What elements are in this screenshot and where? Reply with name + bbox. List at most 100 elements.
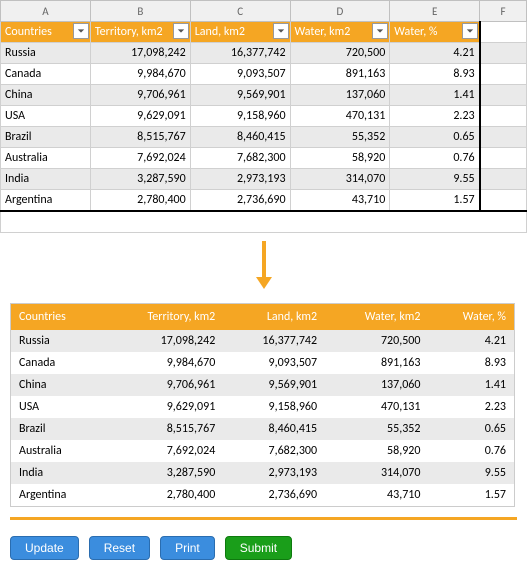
cell[interactable]: 9,569,901 [190,85,290,106]
cell[interactable]: 2.23 [390,106,480,127]
spreadsheet-grid[interactable]: A B C D E F Countries Territory, km2 Lan… [0,0,527,233]
table-row[interactable]: Argentina2,780,4002,736,69043,7101.57 [1,190,527,212]
cell[interactable]: 4.21 [390,43,480,64]
cell: 1.41 [428,374,514,396]
cell[interactable]: 8.93 [390,64,480,85]
cell[interactable]: 9,093,507 [190,64,290,85]
col-header[interactable]: C [190,1,290,22]
table-header-countries[interactable]: Countries [1,22,91,43]
cell[interactable]: 2,973,193 [190,169,290,190]
filter-dropdown-icon[interactable] [372,23,388,39]
cell[interactable]: 470,131 [290,106,390,127]
table-row[interactable]: Australia7,692,0247,682,30058,9200.76 [1,148,527,169]
cell[interactable] [480,169,527,190]
cell[interactable]: 2,780,400 [90,190,190,212]
filter-dropdown-icon[interactable] [462,23,478,39]
output-table: Countries Territory, km2 Land, km2 Water… [10,303,515,507]
table-header-territory[interactable]: Territory, km2 [90,22,190,43]
cell[interactable]: 43,710 [290,190,390,212]
cell[interactable]: 7,682,300 [190,148,290,169]
table-row[interactable]: Brazil8,515,7678,460,41555,3520.65 [1,127,527,148]
divider [10,517,517,520]
table-row[interactable]: China9,706,9619,569,901137,0601.41 [1,85,527,106]
cell[interactable] [480,127,527,148]
cell[interactable]: 720,500 [290,43,390,64]
cell[interactable]: 891,163 [290,64,390,85]
cell: 17,098,242 [103,330,224,352]
cell: 0.76 [428,440,514,462]
cell[interactable]: 58,920 [290,148,390,169]
cell[interactable]: 7,692,024 [90,148,190,169]
cell: 314,070 [325,462,428,484]
cell[interactable]: 9,706,961 [90,85,190,106]
cell[interactable] [480,106,527,127]
cell[interactable]: 9.55 [390,169,480,190]
cell[interactable]: 2,736,690 [190,190,290,212]
cell[interactable]: 0.76 [390,148,480,169]
table-row[interactable]: India3,287,5902,973,193314,0709.55 [1,169,527,190]
cell[interactable]: 9,158,960 [190,106,290,127]
table-row: Brazil8,515,7678,460,41555,3520.65 [11,418,515,440]
table-header-water[interactable]: Water, km2 [290,22,390,43]
cell[interactable] [480,148,527,169]
cell: 58,920 [325,440,428,462]
filter-dropdown-icon[interactable] [73,23,89,39]
cell: Canada [11,352,103,374]
cell[interactable]: 8,460,415 [190,127,290,148]
cell[interactable] [480,43,527,64]
table-header-land[interactable]: Land, km2 [190,22,290,43]
cell[interactable] [480,22,527,43]
cell[interactable]: Australia [1,148,91,169]
cell[interactable]: 17,098,242 [90,43,190,64]
cell[interactable]: 55,352 [290,127,390,148]
cell[interactable]: Russia [1,43,91,64]
cell[interactable] [480,190,527,212]
table-row: India3,287,5902,973,193314,0709.55 [11,462,515,484]
cell[interactable]: Canada [1,64,91,85]
filter-dropdown-icon[interactable] [173,23,189,39]
out-header: Water, km2 [325,304,428,331]
col-header[interactable]: B [90,1,190,22]
submit-button[interactable]: Submit [225,536,292,560]
update-button[interactable]: Update [10,536,79,560]
cell[interactable] [480,85,527,106]
col-header[interactable]: D [290,1,390,22]
cell: China [11,374,103,396]
out-header: Land, km2 [223,304,325,331]
table-row[interactable]: Russia17,098,24216,377,742720,5004.21 [1,43,527,64]
filter-dropdown-icon[interactable] [273,23,289,39]
table-row[interactable]: Canada9,984,6709,093,507891,1638.93 [1,64,527,85]
cell[interactable]: 137,060 [290,85,390,106]
col-header[interactable]: F [480,1,527,22]
table-header-waterpct[interactable]: Water, % [390,22,480,43]
cell: 720,500 [325,330,428,352]
table-row: Russia17,098,24216,377,742720,5004.21 [11,330,515,352]
cell[interactable]: 9,629,091 [90,106,190,127]
print-button[interactable]: Print [160,536,215,560]
cell[interactable]: 8,515,767 [90,127,190,148]
cell[interactable]: 9,984,670 [90,64,190,85]
cell[interactable]: 314,070 [290,169,390,190]
cell[interactable]: USA [1,106,91,127]
cell[interactable]: 1.41 [390,85,480,106]
arrow-down-icon [0,233,527,303]
cell[interactable] [480,64,527,85]
col-header[interactable]: A [1,1,91,22]
cell[interactable]: Brazil [1,127,91,148]
cell[interactable]: 3,287,590 [90,169,190,190]
cell[interactable]: China [1,85,91,106]
cell: 2.23 [428,396,514,418]
out-header: Territory, km2 [103,304,224,331]
cell[interactable]: Argentina [1,190,91,212]
table-row[interactable]: USA9,629,0919,158,960470,1312.23 [1,106,527,127]
col-header[interactable]: E [390,1,480,22]
cell: Brazil [11,418,103,440]
cell[interactable]: 1.57 [390,190,480,212]
cell: 7,682,300 [223,440,325,462]
cell[interactable]: India [1,169,91,190]
cell[interactable]: 0.65 [390,127,480,148]
cell[interactable] [1,211,527,233]
cell: 9,158,960 [223,396,325,418]
cell[interactable]: 16,377,742 [190,43,290,64]
reset-button[interactable]: Reset [89,536,150,560]
